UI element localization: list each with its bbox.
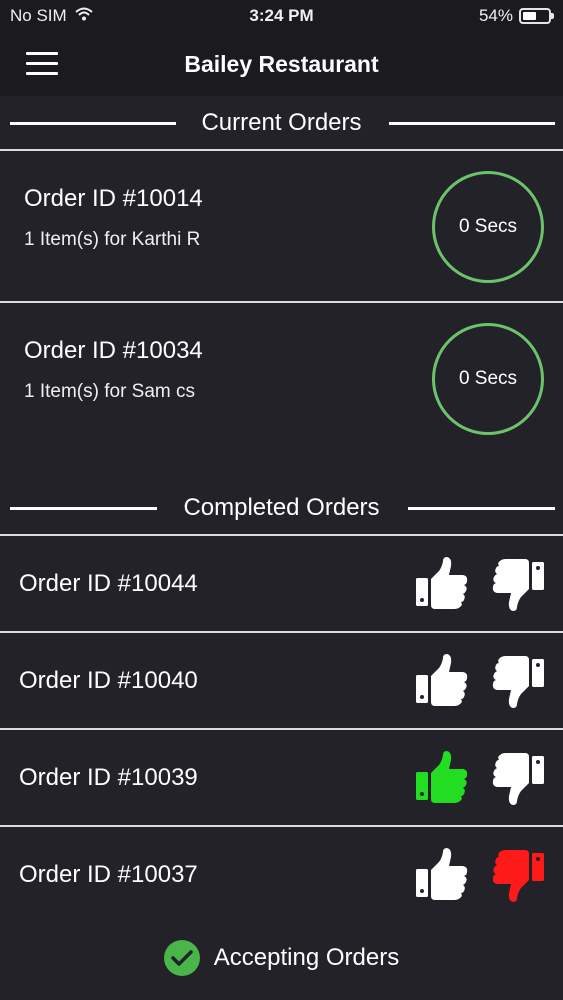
current-order-item[interactable]: Order ID #10034 1 Item(s) for Sam cs 0 S… (0, 303, 563, 453)
order-id: Order ID #10040 (19, 667, 198, 694)
status-bar: No SIM 3:24 PM 54% (0, 0, 563, 34)
battery-fill (523, 12, 536, 20)
current-orders-header: Current Orders (0, 97, 563, 149)
status-right: 54% (478, 6, 554, 26)
checkmark-circle-icon (163, 940, 200, 976)
timer-label: 0 Secs (458, 368, 518, 389)
nav-bar: Bailey Restaurant (0, 34, 563, 96)
header-line-right (389, 122, 555, 125)
thumbs-down-icon[interactable] (490, 653, 546, 709)
thumbs-down-icon[interactable] (490, 750, 546, 806)
accepting-orders-status[interactable]: Accepting Orders (0, 930, 563, 986)
thumbs-up-icon[interactable] (414, 750, 470, 806)
completed-order-row[interactable]: Order ID #10039 (0, 730, 563, 826)
order-id: Order ID #10014 (24, 185, 203, 212)
completed-order-row[interactable]: Order ID #10040 (0, 633, 563, 729)
header-line-right (408, 507, 555, 510)
battery-percent: 54% (478, 6, 513, 25)
order-timer: 0 Secs (432, 171, 544, 283)
completed-order-row[interactable]: Order ID #10037 (0, 827, 563, 923)
accepting-orders-label: Accepting Orders (213, 944, 400, 971)
thumbs-up-icon[interactable] (414, 847, 470, 903)
battery-icon (519, 8, 554, 24)
timer-label: 0 Secs (458, 216, 518, 237)
order-id: Order ID #10037 (19, 861, 198, 888)
thumbs-down-icon[interactable] (490, 556, 546, 612)
thumbs-down-icon[interactable] (490, 847, 546, 903)
current-order-item[interactable]: Order ID #10014 1 Item(s) for Karthi R 0… (0, 151, 563, 301)
completed-order-row[interactable]: Order ID #10044 (0, 536, 563, 632)
thumbs-up-icon[interactable] (414, 653, 470, 709)
order-timer: 0 Secs (432, 323, 544, 435)
order-id: Order ID #10034 (24, 337, 203, 364)
completed-orders-header: Completed Orders (0, 482, 563, 534)
thumbs-up-icon[interactable] (414, 556, 470, 612)
order-summary: 1 Item(s) for Sam cs (24, 381, 196, 402)
page-title: Bailey Restaurant (184, 51, 379, 77)
order-id: Order ID #10039 (19, 764, 198, 791)
order-id: Order ID #10044 (19, 570, 198, 597)
order-summary: 1 Item(s) for Karthi R (24, 229, 201, 250)
